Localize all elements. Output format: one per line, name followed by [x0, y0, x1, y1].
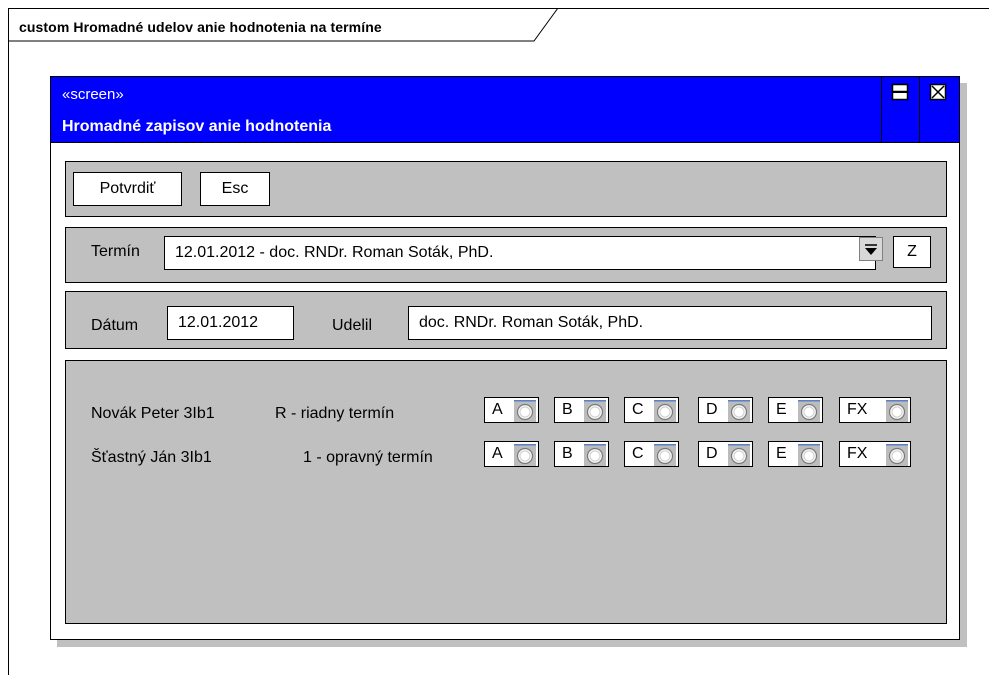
close-icon[interactable]	[929, 83, 947, 101]
date-label: Dátum	[91, 317, 139, 334]
grade-option-b[interactable]: B	[554, 397, 609, 423]
radio-icon[interactable]	[654, 444, 676, 466]
titlebar-separator	[881, 77, 882, 143]
radio-icon[interactable]	[584, 444, 606, 466]
radio-icon[interactable]	[514, 444, 536, 466]
student-name: Novák Peter 3Ib1	[91, 405, 215, 422]
titlebar-separator	[919, 77, 920, 143]
students-panel: Novák Peter 3Ib1 R - riadny termín A B C D E FX…	[65, 360, 947, 624]
radio-icon[interactable]	[886, 444, 908, 466]
grade-option-d[interactable]: D	[698, 441, 753, 467]
term-panel: Termín 12.01.2012 - doc. RNDr. Roman Sot…	[65, 227, 947, 283]
stereotype-label: «screen»	[62, 86, 124, 103]
frame-tab: custom Hromadné udelov anie hodnotenia n…	[8, 8, 568, 42]
granted-value: doc. RNDr. Roman Soták, PhD.	[419, 314, 644, 331]
radio-icon[interactable]	[728, 444, 750, 466]
grade-option-d[interactable]: D	[698, 397, 753, 423]
radio-icon[interactable]	[728, 400, 750, 422]
screen-window: «screen» Hromadné zapisov anie hodnoteni…	[50, 76, 960, 640]
student-term: R - riadny termín	[275, 405, 395, 422]
confirm-button[interactable]: Potvrdiť	[73, 172, 182, 206]
grade-option-c[interactable]: C	[624, 441, 679, 467]
date-field[interactable]: 12.01.2012	[167, 306, 294, 340]
radio-icon[interactable]	[584, 400, 606, 422]
term-select[interactable]: 12.01.2012 - doc. RNDr. Roman Soták, PhD…	[164, 236, 876, 270]
maximize-icon[interactable]	[891, 83, 909, 101]
granted-label: Udelil	[332, 317, 373, 334]
dropdown-arrow-icon[interactable]	[859, 237, 883, 261]
radio-icon[interactable]	[514, 400, 536, 422]
radio-icon[interactable]	[798, 400, 820, 422]
grade-option-fx[interactable]: FX	[839, 441, 911, 467]
grade-option-b[interactable]: B	[554, 441, 609, 467]
grade-label: A	[492, 445, 503, 462]
z-button[interactable]: Z	[893, 236, 931, 268]
term-select-value: 12.01.2012 - doc. RNDr. Roman Soták, PhD…	[175, 244, 494, 261]
student-term: 1 - opravný termín	[303, 449, 433, 466]
grade-label: C	[632, 445, 644, 462]
window-titlebar: «screen» Hromadné zapisov anie hodnoteni…	[51, 77, 959, 143]
esc-button[interactable]: Esc	[200, 172, 270, 206]
radio-icon[interactable]	[886, 400, 908, 422]
details-panel: Dátum 12.01.2012 Udelil doc. RNDr. Roman…	[65, 291, 947, 349]
term-label: Termín	[91, 243, 140, 260]
radio-icon[interactable]	[654, 400, 676, 422]
grade-label: B	[562, 445, 573, 462]
granted-field[interactable]: doc. RNDr. Roman Soták, PhD.	[408, 306, 932, 340]
grade-label: E	[776, 445, 787, 462]
grade-label: D	[706, 445, 718, 462]
grade-option-e[interactable]: E	[768, 397, 823, 423]
grade-option-e[interactable]: E	[768, 441, 823, 467]
grade-label: C	[632, 401, 644, 418]
grade-label: A	[492, 401, 503, 418]
grade-label: D	[706, 401, 718, 418]
grade-option-c[interactable]: C	[624, 397, 679, 423]
grade-label: FX	[847, 401, 868, 418]
frame-title: custom Hromadné udelov anie hodnotenia n…	[19, 19, 382, 35]
grade-label: FX	[847, 445, 868, 462]
grade-label: B	[562, 401, 573, 418]
window-title: Hromadné zapisov anie hodnotenia	[62, 118, 332, 135]
grade-option-fx[interactable]: FX	[839, 397, 911, 423]
radio-icon[interactable]	[798, 444, 820, 466]
student-name: Šťastný Ján 3Ib1	[91, 449, 212, 466]
grade-option-a[interactable]: A	[484, 397, 539, 423]
toolbar-panel: Potvrdiť Esc	[65, 161, 947, 217]
grade-option-a[interactable]: A	[484, 441, 539, 467]
grade-label: E	[776, 401, 787, 418]
date-value: 12.01.2012	[178, 314, 259, 331]
